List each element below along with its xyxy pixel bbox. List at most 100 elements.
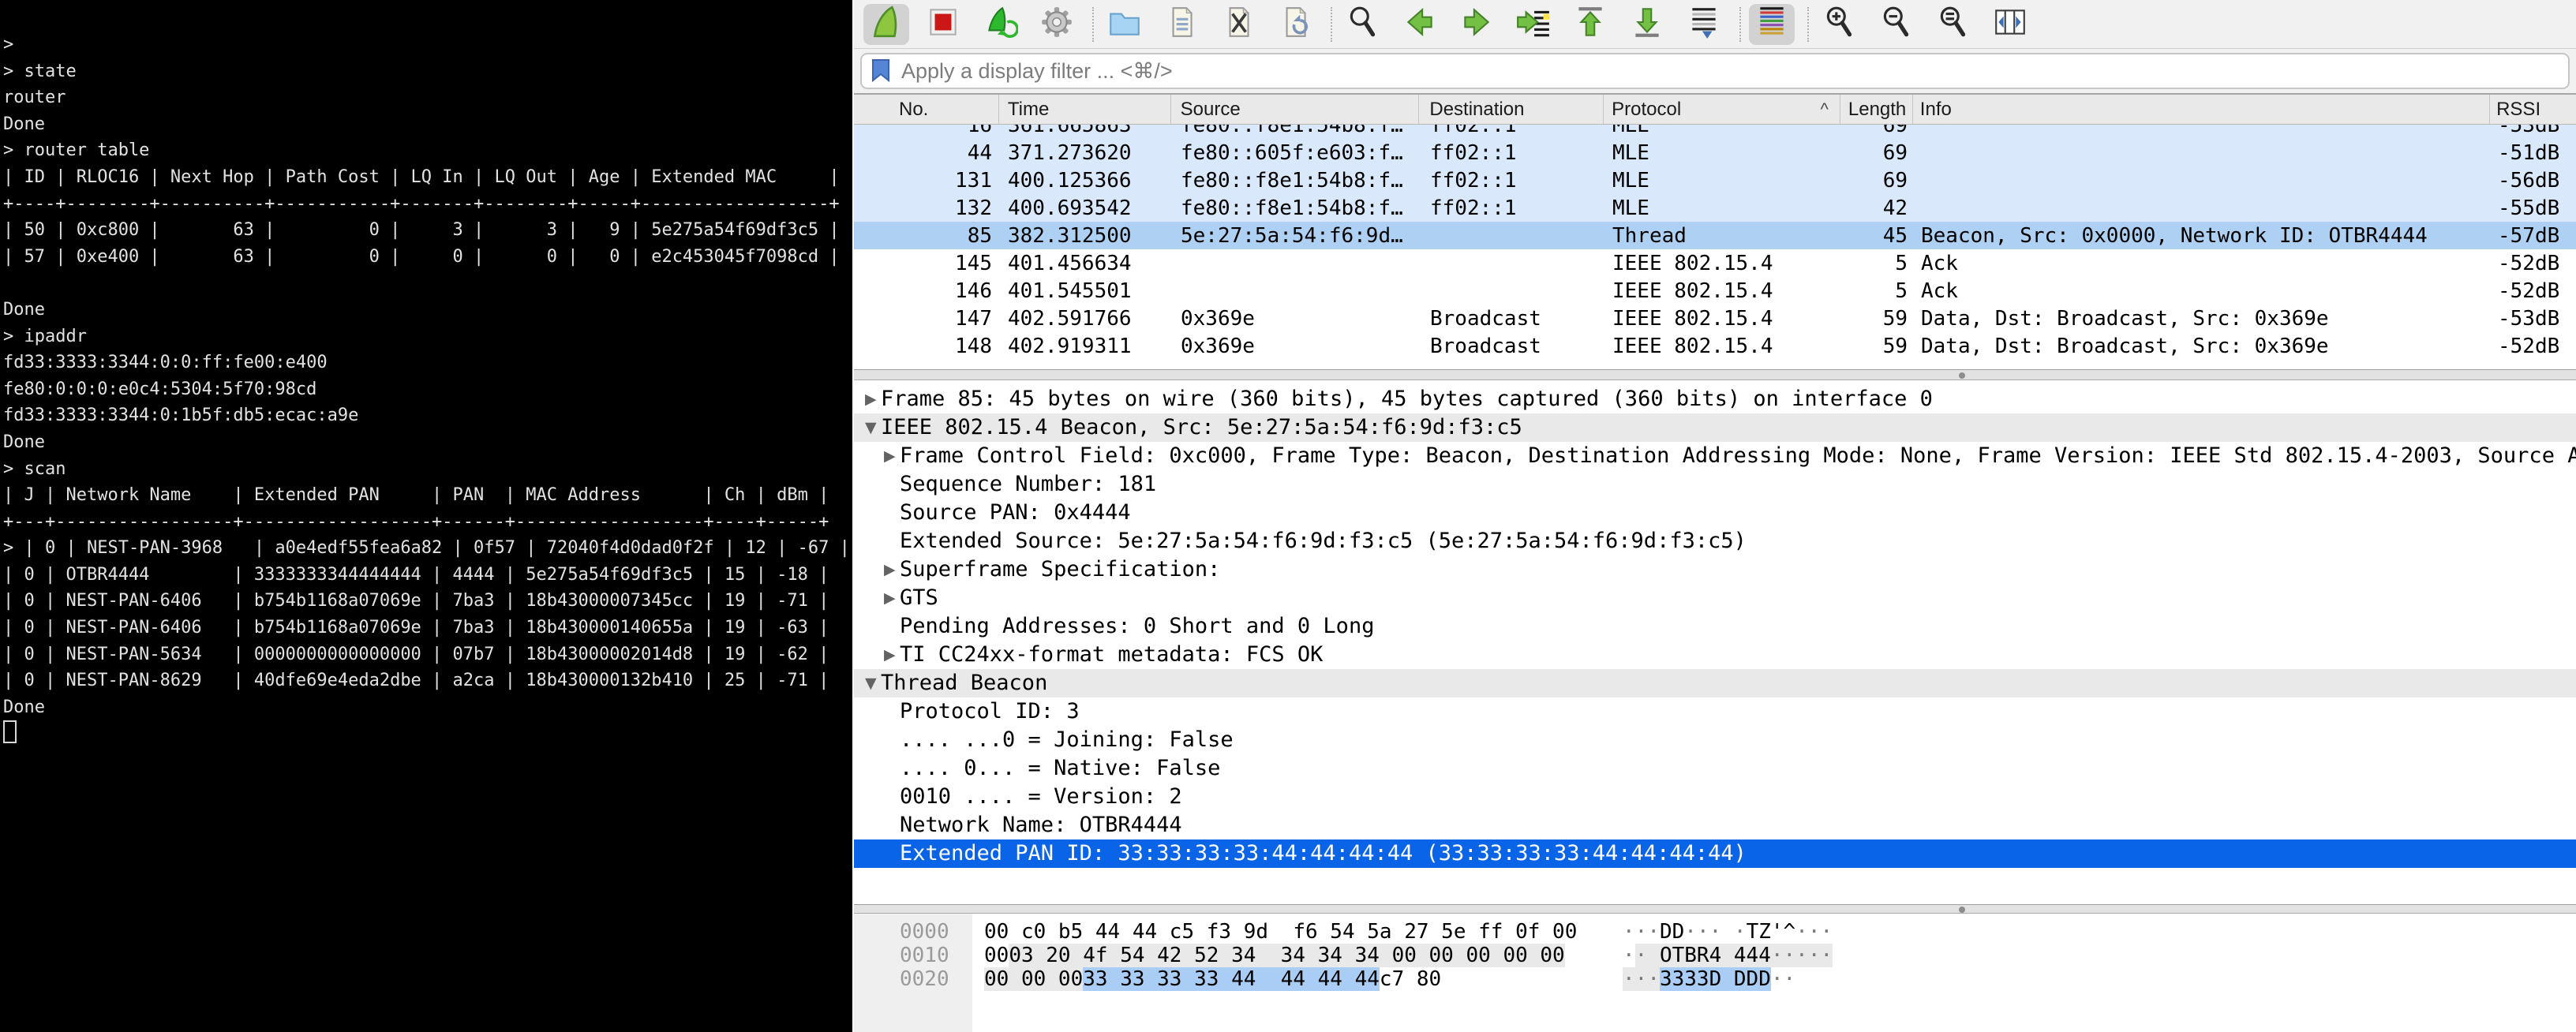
column-header-info[interactable]: Info — [1913, 95, 2490, 124]
hex-row[interactable]: 000000 c0 b5 44 44 c5 f3 9d f6 54 5a 27 … — [854, 920, 2576, 944]
terminal-pane[interactable]: > > state router Done > router table | I… — [0, 0, 852, 1032]
detail-row[interactable]: 0010 .... = Version: 2 — [854, 783, 2576, 811]
column-header-source[interactable]: Source — [1171, 95, 1420, 124]
column-label: Time — [1008, 99, 1049, 121]
packet-row[interactable]: 147402.5917660x369eBroadcastIEEE 802.15.… — [854, 305, 2576, 332]
column-label: Protocol — [1612, 99, 1681, 121]
go-top-button[interactable] — [1567, 4, 1613, 45]
packet-row[interactable]: 145401.456634IEEE 802.15.45Ack-52dB — [854, 249, 2576, 277]
packet-cell: IEEE 802.15.4 — [1604, 335, 1841, 358]
detail-row[interactable]: ▶Frame Control Field: 0xc000, Frame Type… — [854, 442, 2576, 470]
detail-text: .... 0... = Native: False — [854, 754, 1220, 783]
detail-row[interactable]: ▼Thread Beacon — [854, 669, 2576, 697]
find-packet-button[interactable] — [1340, 4, 1386, 45]
packet-row[interactable]: 132400.693542fe80::f8e1:54b8:f…ff02::1ML… — [854, 194, 2576, 222]
hex-row[interactable]: 00100003 20 4f 54 42 52 34 34 34 34 00 0… — [854, 944, 2576, 967]
zoom-out-button[interactable] — [1874, 4, 1919, 45]
zoom-original-button[interactable] — [1930, 4, 1976, 45]
packet-row[interactable]: 148402.9193110x369eBroadcastIEEE 802.15.… — [854, 332, 2576, 360]
display-filter-input[interactable]: Apply a display filter ... <⌘/> — [860, 53, 2570, 89]
detail-row[interactable]: ▶TI CC24xx-format metadata: FCS OK — [854, 641, 2576, 669]
collapsed-arrow-icon[interactable]: ▶ — [865, 385, 877, 413]
packet-row[interactable]: 16361.665863fe80::f8e1:54b8:f…ff02::1MLE… — [854, 125, 2576, 139]
collapsed-arrow-icon[interactable]: ▶ — [884, 584, 896, 612]
auto-scroll-button[interactable] — [1681, 4, 1727, 45]
column-label: Length — [1848, 99, 1906, 121]
zoom-in-button[interactable] — [1817, 4, 1863, 45]
file-save-button[interactable] — [1159, 4, 1204, 45]
capture-stop-button[interactable] — [920, 4, 966, 45]
column-header-rssi[interactable]: RSSI — [2490, 95, 2576, 124]
collapsed-arrow-icon[interactable]: ▶ — [884, 641, 896, 669]
hex-bytes[interactable]: 00 00 0033 33 33 33 44 44 44 44c7 80 — [984, 967, 1441, 991]
detail-row-selected[interactable]: Extended PAN ID: 33:33:33:33:44:44:44:44… — [854, 839, 2576, 868]
expanded-arrow-icon[interactable]: ▼ — [865, 413, 877, 442]
collapsed-arrow-icon[interactable]: ▶ — [884, 442, 896, 470]
detail-text: Frame 85: 45 bytes on wire (360 bits), 4… — [854, 385, 1933, 413]
detail-row[interactable]: Network Name: OTBR4444 — [854, 811, 2576, 839]
detail-row[interactable]: ▶Superframe Specification: — [854, 555, 2576, 584]
colorize-button[interactable] — [1749, 4, 1795, 45]
capture-options-button[interactable] — [1034, 4, 1080, 45]
detail-row[interactable]: Source PAN: 0x4444 — [854, 499, 2576, 527]
packet-cell: 69 — [1841, 125, 1914, 137]
hex-bytes[interactable]: 00 c0 b5 44 44 c5 f3 9d f6 54 5a 27 5e f… — [984, 920, 1577, 944]
packet-cell: 382.312500 — [999, 224, 1171, 248]
column-header-time[interactable]: Time — [999, 95, 1171, 124]
go-forward-button[interactable] — [1454, 4, 1500, 45]
packet-cell: IEEE 802.15.4 — [1604, 279, 1841, 303]
packet-cell: 400.125366 — [999, 169, 1171, 193]
detail-row[interactable]: ▶Frame 85: 45 bytes on wire (360 bits), … — [854, 385, 2576, 413]
detail-row[interactable]: Extended Source: 5e:27:5a:54:f6:9d:f3:c5… — [854, 527, 2576, 555]
go-back-button[interactable] — [1397, 4, 1443, 45]
details-splitter[interactable] — [854, 904, 2576, 914]
go-to-packet-button[interactable] — [1511, 4, 1556, 45]
capture-restart-button[interactable] — [977, 4, 1023, 45]
colorize-icon — [1754, 4, 1790, 44]
expanded-arrow-icon[interactable]: ▼ — [865, 669, 877, 697]
terminal-output[interactable]: > > state router Done > router table | I… — [0, 0, 852, 748]
detail-text: .... ...0 = Joining: False — [854, 726, 1234, 754]
hex-row[interactable]: 0020 00 00 0033 33 33 33 44 44 44 44c7 80… — [854, 967, 2576, 991]
hex-bytes[interactable]: 0003 20 4f 54 42 52 34 34 34 34 00 00 00… — [984, 944, 1565, 967]
detail-row[interactable]: .... ...0 = Joining: False — [854, 726, 2576, 754]
hex-offset: 0020 — [900, 967, 949, 991]
wireshark-start-button[interactable] — [863, 4, 909, 45]
filter-placeholder: Apply a display filter ... <⌘/> — [901, 59, 1173, 84]
toolbar-separator — [1092, 7, 1094, 42]
filter-bookmark-icon[interactable] — [868, 57, 893, 85]
packet-cell: 44 — [854, 141, 999, 165]
detail-row[interactable]: ▼IEEE 802.15.4 Beacon, Src: 5e:27:5a:54:… — [854, 413, 2576, 442]
packet-row-selected[interactable]: 85382.3125005e:27:5a:54:f6:9d…Thread45Be… — [854, 222, 2576, 249]
resize-columns-button[interactable] — [1987, 4, 2033, 45]
detail-row[interactable]: Protocol ID: 3 — [854, 697, 2576, 726]
detail-row[interactable]: Sequence Number: 181 — [854, 470, 2576, 499]
column-header-protocol[interactable]: Protocol^ — [1604, 95, 1840, 124]
detail-row[interactable]: .... 0... = Native: False — [854, 754, 2576, 783]
column-header-no[interactable]: No. — [854, 95, 999, 124]
packet-row[interactable]: 131400.125366fe80::f8e1:54b8:f…ff02::1ML… — [854, 166, 2576, 194]
file-close-button[interactable] — [1215, 4, 1261, 45]
packet-cell: 16 — [854, 125, 999, 137]
packet-cell: 0x369e — [1171, 307, 1420, 331]
packet-list-splitter[interactable] — [854, 369, 2576, 380]
detail-text: Extended Source: 5e:27:5a:54:f6:9d:f3:c5… — [854, 527, 1747, 555]
packet-list: 16361.665863fe80::f8e1:54b8:f…ff02::1MLE… — [854, 125, 2576, 369]
file-open-button[interactable] — [1102, 4, 1148, 45]
packet-row[interactable]: 146401.545501IEEE 802.15.45Ack-52dB — [854, 277, 2576, 305]
file-reload-button[interactable] — [1272, 4, 1318, 45]
packet-row[interactable]: 44371.273620fe80::605f:e603:f…ff02::1MLE… — [854, 139, 2576, 166]
detail-row[interactable]: Pending Addresses: 0 Short and 0 Long — [854, 612, 2576, 641]
packet-cell: Thread — [1604, 224, 1841, 248]
column-header-destination[interactable]: Destination — [1419, 95, 1604, 124]
splitter-handle — [1959, 907, 1965, 913]
column-header-length[interactable]: Length — [1840, 95, 1913, 124]
detail-text: GTS — [854, 584, 938, 612]
packet-details-pane: ▶Frame 85: 45 bytes on wire (360 bits), … — [854, 380, 2576, 904]
go-bottom-button[interactable] — [1624, 4, 1670, 45]
collapsed-arrow-icon[interactable]: ▶ — [884, 555, 896, 584]
packet-cell: MLE — [1604, 196, 1841, 220]
detail-row[interactable]: ▶GTS — [854, 584, 2576, 612]
packet-cell: 45 — [1841, 224, 1914, 248]
packet-cell: 59 — [1841, 335, 1914, 358]
